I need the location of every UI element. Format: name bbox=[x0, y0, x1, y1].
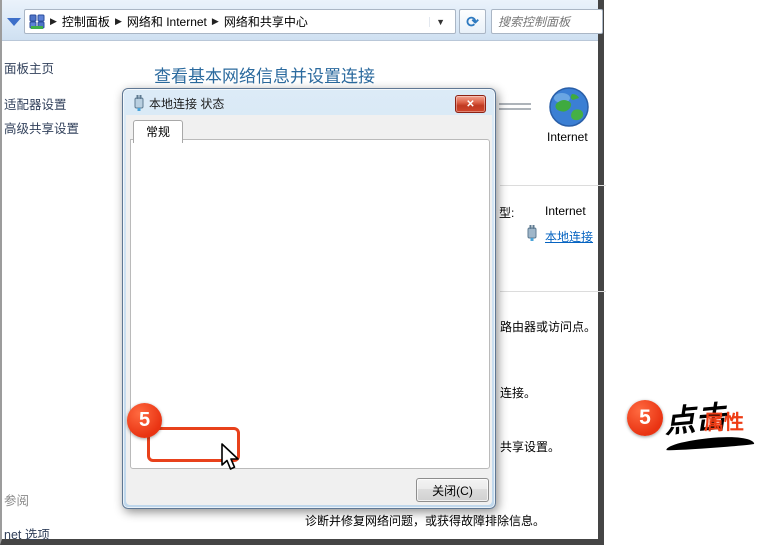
sidebar-see-also-label: 参阅 bbox=[4, 490, 29, 509]
dialog-title: 本地连接 状态 bbox=[149, 95, 224, 112]
breadcrumb-item-network-sharing-center[interactable]: 网络和共享中心 bbox=[224, 13, 308, 30]
step-number: 5 bbox=[639, 406, 651, 430]
sidebar-item-internet-options[interactable]: net 选项 bbox=[4, 524, 50, 543]
breadcrumb-separator-icon: ▶ bbox=[212, 16, 219, 27]
troubleshoot-text: 诊断并修复网络问题，或获得故障排除信息。 bbox=[305, 512, 545, 529]
internet-node-label: Internet bbox=[547, 130, 588, 144]
page-title: 查看基本网络信息并设置连接 bbox=[154, 62, 375, 87]
close-button[interactable]: ✕ bbox=[455, 95, 486, 113]
callout-annotation: 点击 属性 5 bbox=[622, 392, 760, 462]
connection-plug-icon bbox=[526, 224, 538, 242]
close-icon: ✕ bbox=[466, 99, 474, 110]
step-5-badge: 5 bbox=[627, 400, 663, 436]
back-button-icon[interactable] bbox=[7, 18, 21, 26]
search-input[interactable] bbox=[491, 9, 603, 34]
network-map-line bbox=[499, 103, 531, 105]
section-divider bbox=[500, 291, 606, 292]
internet-globe-icon bbox=[548, 86, 590, 128]
refresh-button[interactable]: ⟳ bbox=[459, 9, 486, 34]
local-connection-link[interactable]: 本地连接 bbox=[545, 228, 593, 245]
setup-network-partial-text: 路由器或访问点。 bbox=[500, 318, 596, 335]
step-number: 5 bbox=[139, 409, 150, 432]
breadcrumb[interactable]: ▶ 控制面板 ▶ 网络和 Internet ▶ 网络和共享中心 ▼ bbox=[24, 9, 456, 34]
sidebar-item-control-panel-home[interactable]: 面板主页 bbox=[4, 58, 54, 77]
tab-page-general bbox=[130, 139, 490, 469]
network-places-icon bbox=[29, 14, 45, 30]
callout-target-text: 属性 bbox=[704, 406, 744, 435]
network-map-line bbox=[499, 108, 531, 110]
access-type-label: 型: bbox=[499, 204, 514, 221]
section-divider bbox=[500, 185, 606, 186]
breadcrumb-item-control-panel[interactable]: 控制面板 bbox=[62, 13, 110, 30]
sidebar-item-advanced-sharing-settings[interactable]: 高级共享设置 bbox=[4, 118, 79, 137]
navigation-toolbar: ▶ 控制面板 ▶ 网络和 Internet ▶ 网络和共享中心 ▼ ⟳ bbox=[2, 0, 598, 41]
breadcrumb-separator-icon: ▶ bbox=[115, 16, 122, 27]
sidebar-item-change-adapter-settings[interactable]: 适配器设置 bbox=[4, 94, 67, 113]
refresh-icon: ⟳ bbox=[466, 13, 479, 31]
mouse-cursor-icon bbox=[219, 443, 241, 473]
close-dialog-button[interactable]: 关闭(C) bbox=[416, 478, 489, 502]
step-5-badge: 5 bbox=[127, 403, 162, 438]
local-connection-status-dialog: 本地连接 状态 ✕ 常规 连接 IPv4 连接: Internet IPv6 连… bbox=[122, 88, 496, 509]
sharing-options-partial-text: 共享设置。 bbox=[500, 438, 560, 455]
breadcrumb-dropdown-icon[interactable]: ▼ bbox=[429, 17, 451, 27]
access-type-value: Internet bbox=[545, 204, 586, 218]
dialog-network-icon bbox=[132, 94, 146, 112]
breadcrumb-separator-icon: ▶ bbox=[50, 16, 57, 27]
tab-general[interactable]: 常规 bbox=[133, 120, 183, 143]
breadcrumb-item-network-internet[interactable]: 网络和 Internet bbox=[127, 13, 207, 30]
connect-network-partial-text: 连接。 bbox=[500, 384, 536, 401]
